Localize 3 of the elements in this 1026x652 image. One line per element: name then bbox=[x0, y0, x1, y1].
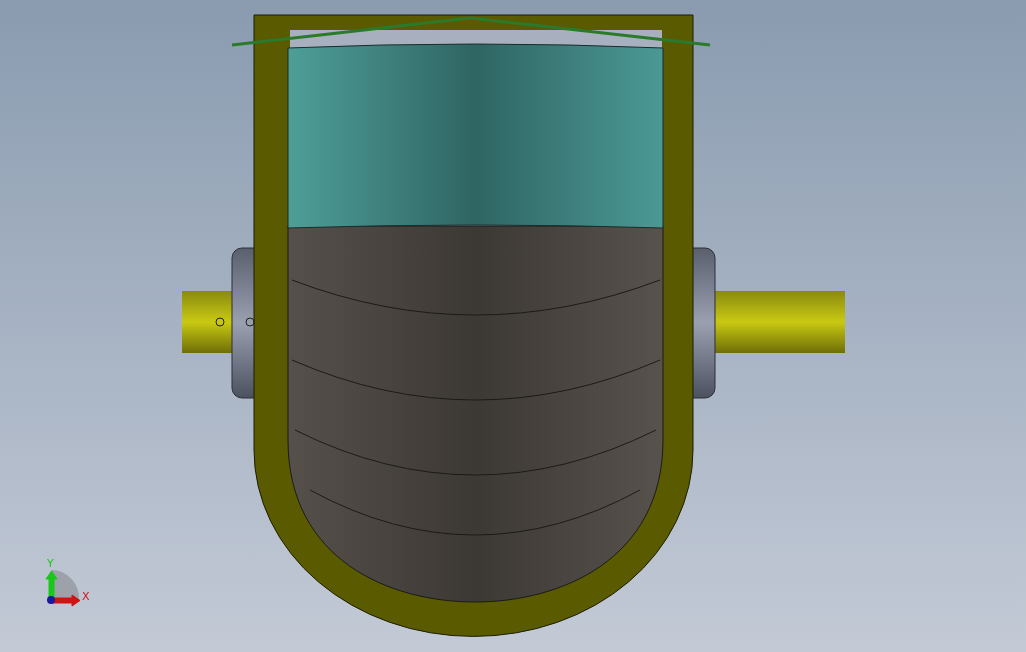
axis-triad-icon bbox=[45, 570, 81, 607]
axis-label: X bbox=[82, 590, 90, 603]
axis-label: Y bbox=[47, 557, 54, 570]
